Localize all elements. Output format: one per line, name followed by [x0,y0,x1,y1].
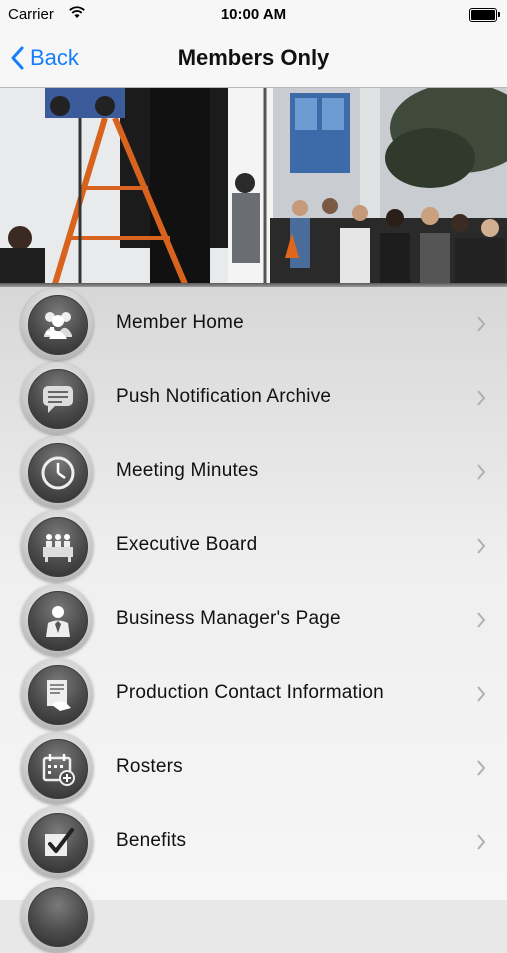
banner-image [0,88,507,284]
chevron-right-icon [477,538,486,554]
page-title: Members Only [177,45,330,70]
board-panel-icon [43,534,73,562]
speech-bubble-icon [43,386,73,413]
menu-item-push-notification-archive[interactable]: Push Notification Archive [0,361,507,435]
menu-icon-badge [21,732,93,804]
clock-icon [41,456,75,490]
businessman-icon [46,606,70,637]
members-group-icon [44,312,72,339]
status-bar: Carrier 10:00 AM [0,0,507,30]
menu-icon-badge [21,584,93,656]
menu-list: Member Home Push Notification Archive Me… [0,287,507,952]
calendar-icon [42,754,75,786]
menu-item-member-home[interactable]: Member Home [0,287,507,361]
menu-item-label: Rosters [116,756,183,777]
checkbox-icon [45,828,74,856]
menu-item-production-contact-information[interactable]: Production Contact Information [0,657,507,731]
chevron-right-icon [477,686,486,702]
chevron-right-icon [477,316,486,332]
document-handshake-icon [47,680,71,711]
menu-item-rosters[interactable]: Rosters [0,731,507,805]
clock-time: 10:00 AM [220,6,287,23]
menu-icon-badge [21,436,93,508]
battery-icon [469,8,500,22]
menu-icon-badge [21,880,93,952]
menu-item-label: Member Home [116,312,244,333]
chevron-right-icon [477,464,486,480]
menu-item-label: Meeting Minutes [116,460,259,481]
navigation-bar: Back Members Only [0,30,507,88]
menu-icon-badge [21,510,93,582]
menu-item-label: Business Manager's Page [116,608,341,629]
chevron-right-icon [477,612,486,628]
menu-item-business-managers-page[interactable]: Business Manager's Page [0,583,507,657]
chevron-right-icon [477,834,486,850]
chevron-right-icon [477,760,486,776]
menu-item-partial[interactable] [0,879,507,953]
menu-item-meeting-minutes[interactable]: Meeting Minutes [0,435,507,509]
menu-icon-badge [21,658,93,730]
menu-item-label: Production Contact Information [116,682,384,703]
menu-icon-badge [21,362,93,434]
chevron-right-icon [477,390,486,406]
menu-icon-badge [21,288,93,360]
menu-item-label: Executive Board [116,534,258,555]
menu-item-label: Benefits [116,830,187,851]
menu-item-label: Push Notification Archive [116,386,332,407]
menu-item-benefits[interactable]: Benefits [0,805,507,879]
menu-item-executive-board[interactable]: Executive Board [0,509,507,583]
menu-icon-badge [21,806,93,878]
